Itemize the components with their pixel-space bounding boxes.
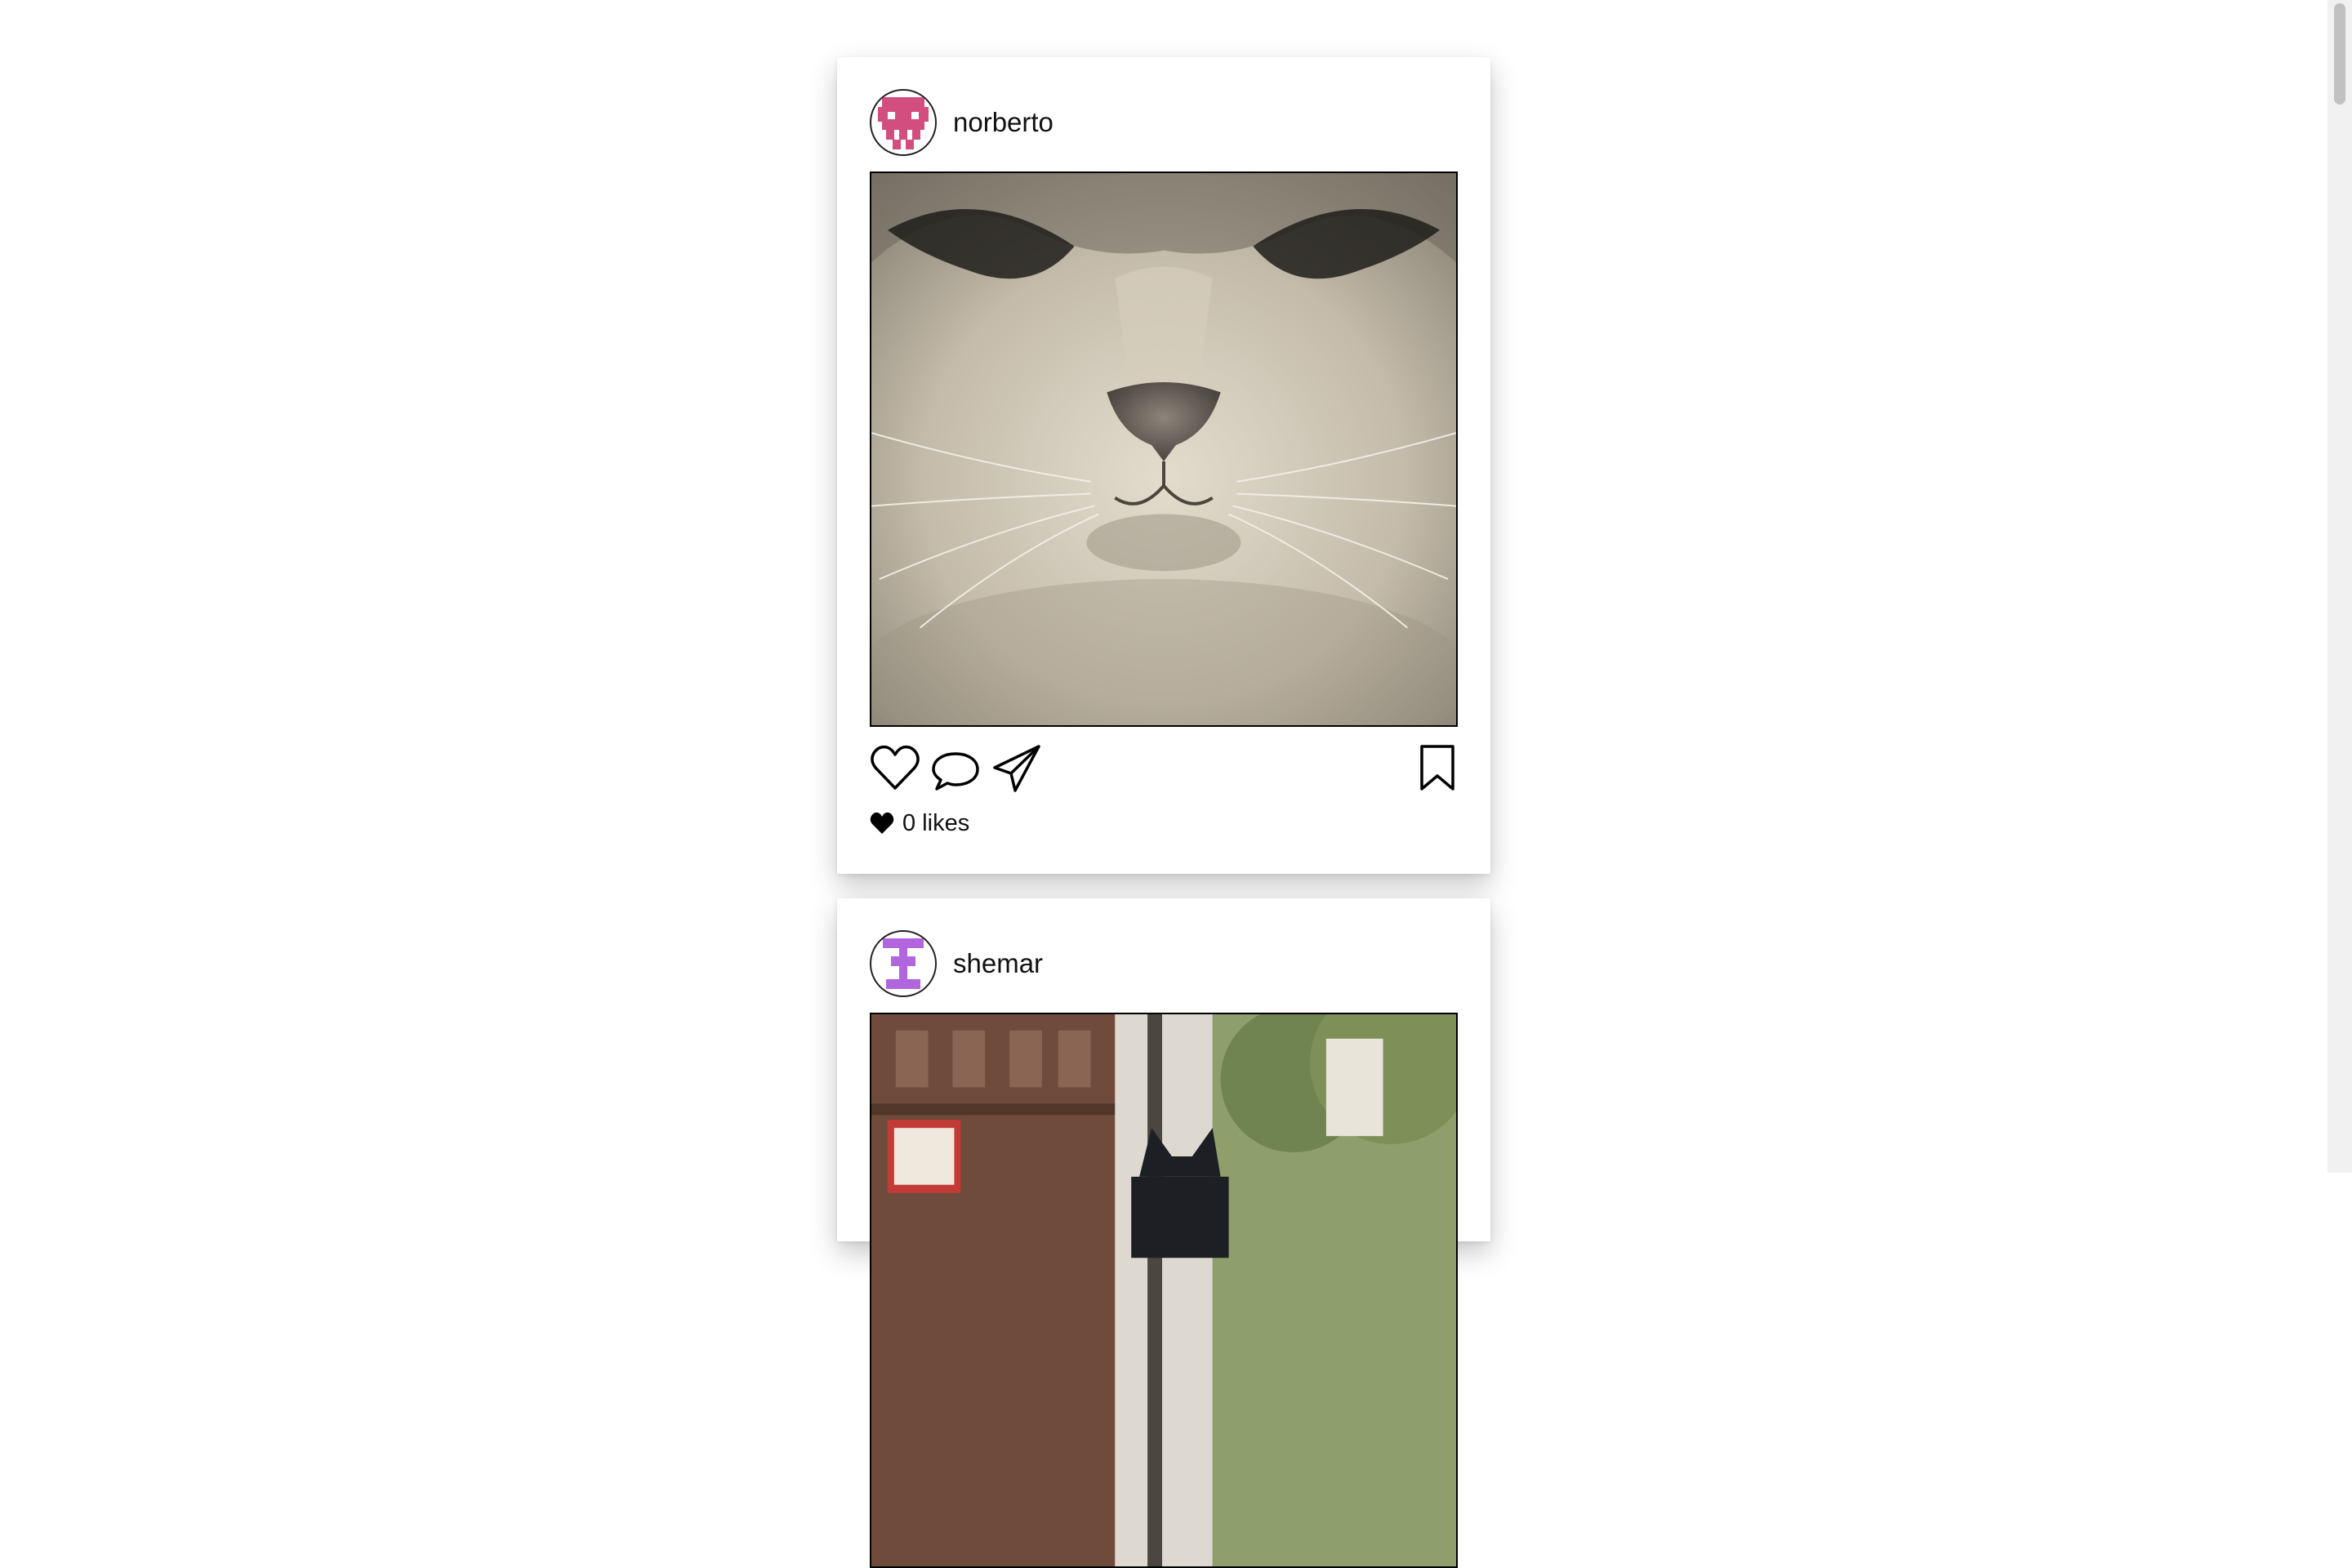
post-card: norberto 0 likes: [837, 57, 1490, 874]
pixel-avatar-icon: [878, 97, 929, 149]
cat-face-photo: [871, 173, 1456, 725]
post-card: shemar: [837, 898, 1490, 1568]
bookmark-icon: [1420, 745, 1454, 791]
post-feed: norberto 0 likes shemar: [0, 0, 2328, 1568]
save-button[interactable]: [1417, 743, 1458, 794]
page-scrollbar[interactable]: [2328, 0, 2352, 1173]
heart-outline-icon: [871, 745, 920, 790]
paper-plane-icon: [993, 745, 1040, 792]
post-username[interactable]: norberto: [953, 107, 1054, 138]
post-header: norberto: [870, 89, 1054, 156]
street-cat-statue-photo: [871, 1014, 1456, 1566]
scrollbar-thumb[interactable]: [2334, 3, 2345, 105]
heart-filled-icon: [870, 812, 894, 834]
post-image[interactable]: [870, 1013, 1458, 1568]
post-header: shemar: [870, 930, 1043, 997]
post-username[interactable]: shemar: [953, 948, 1043, 979]
user-avatar[interactable]: [870, 930, 937, 997]
share-button[interactable]: [992, 743, 1043, 794]
likes-count: 0 likes: [870, 807, 969, 840]
comment-button[interactable]: [930, 743, 981, 794]
post-actions: [870, 743, 1458, 795]
speech-bubble-icon: [932, 752, 979, 791]
post-image[interactable]: [870, 172, 1458, 727]
user-avatar[interactable]: [870, 89, 937, 156]
like-button[interactable]: [870, 743, 920, 794]
pixel-avatar-icon: [883, 938, 924, 989]
likes-label: 0 likes: [902, 809, 970, 836]
